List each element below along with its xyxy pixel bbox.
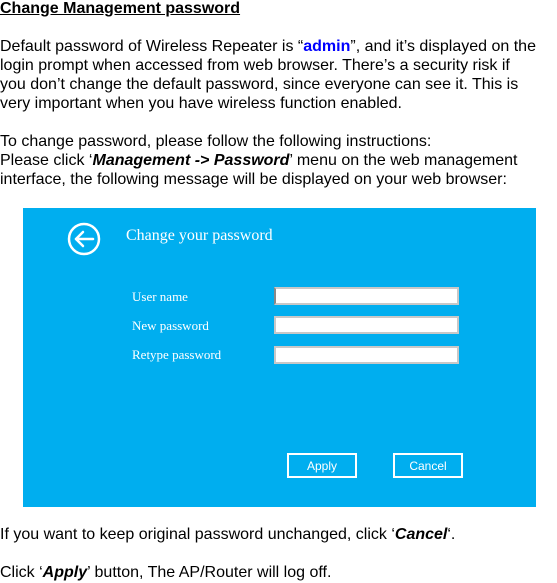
default-password-highlight: admin	[303, 38, 351, 55]
note-text: ’ button, The AP/Router will log off.	[87, 564, 332, 581]
intro-line-2: login prompt when accessed from web brow…	[0, 57, 510, 74]
retype-password-input[interactable]	[274, 346, 459, 364]
apply-emphasis: Apply	[42, 564, 88, 581]
change-password-panel: Change your password User name New passw…	[23, 208, 536, 507]
new-password-input[interactable]	[274, 316, 459, 334]
panel-title: Change your password	[126, 227, 273, 244]
intro-line-4: very important when you have wireless fu…	[0, 95, 402, 112]
retype-password-label: Retype password	[132, 347, 222, 362]
apply-note-line: Click ‘Apply’ button, The AP/Router will…	[0, 563, 557, 582]
cancel-note: If you want to keep original password un…	[0, 525, 557, 544]
note-text: Click ‘	[0, 564, 43, 581]
user-name-input[interactable]	[274, 287, 459, 305]
menu-path: Management -> Password	[92, 152, 290, 169]
apply-note: Click ‘Apply’ button, The AP/Router will…	[0, 563, 557, 582]
instructions-line-1: To change password, please follow the fo…	[0, 133, 432, 150]
intro-text: ”, and it’s displayed on the	[350, 38, 536, 55]
intro-paragraph: Default password of Wireless Repeater is…	[0, 37, 557, 113]
apply-button[interactable]: Apply	[287, 453, 357, 478]
intro-text: Default password of Wireless Repeater is…	[0, 38, 304, 55]
section-heading: Change Management password	[0, 0, 241, 17]
intro-line-3: you don’t change the default password, s…	[0, 76, 519, 93]
instructions-text: ’ menu on the web management	[289, 152, 518, 169]
arrow-left-circle-icon[interactable]	[67, 222, 101, 256]
cancel-note-line: If you want to keep original password un…	[0, 525, 557, 544]
instructions-text: Please click ‘	[0, 152, 93, 169]
note-text: If you want to keep original password un…	[0, 526, 395, 543]
instructions-line-2: Please click ‘Management -> Password’ me…	[0, 151, 557, 170]
note-text: ‘.	[447, 526, 456, 543]
intro-line-1: Default password of Wireless Repeater is…	[0, 37, 557, 56]
cancel-button[interactable]: Cancel	[393, 453, 463, 478]
cancel-emphasis: Cancel	[394, 526, 448, 543]
instructions-line-3: interface, the following message will be…	[0, 171, 507, 188]
instructions-paragraph: To change password, please follow the fo…	[0, 132, 557, 189]
new-password-label: New password	[132, 318, 209, 333]
user-name-label: User name	[132, 289, 188, 304]
